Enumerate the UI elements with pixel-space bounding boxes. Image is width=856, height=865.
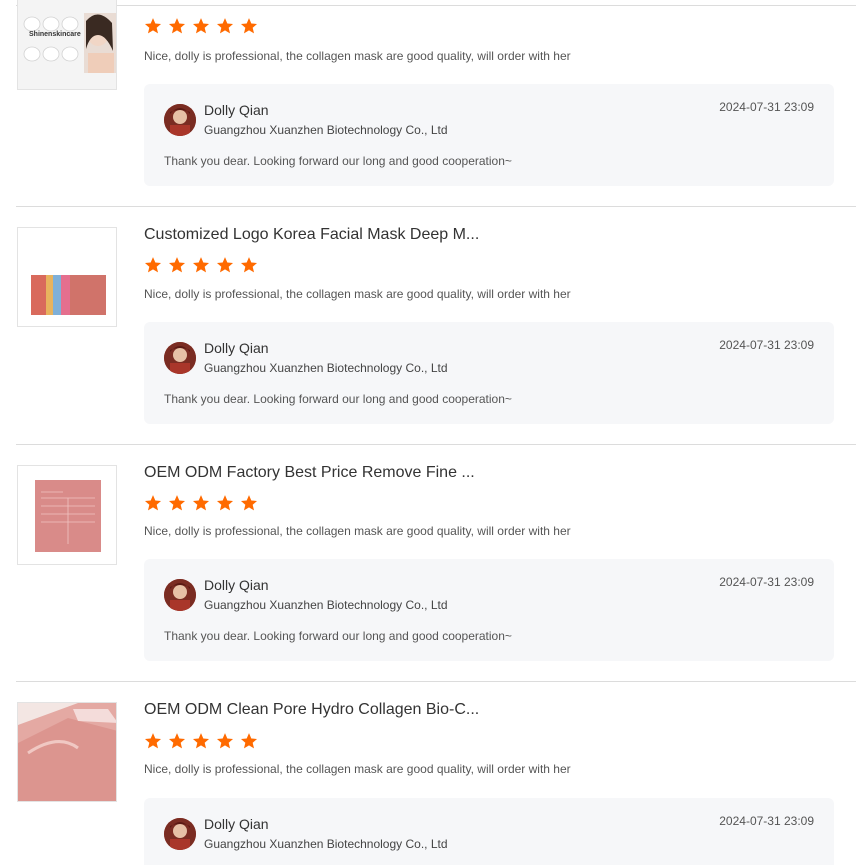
review-item: Shinenskincare Nice, dolly is profession… [16, 0, 856, 207]
review-comment: Nice, dolly is professional, the collage… [144, 287, 571, 301]
reply-company: Guangzhou Xuanzhen Biotechnology Co., Lt… [204, 598, 448, 612]
reply-text: Thank you dear. Looking forward our long… [164, 154, 512, 168]
star-icon [240, 256, 258, 274]
reply-date: 2024-07-31 23:09 [719, 575, 814, 589]
reply-author-name: Dolly Qian [204, 340, 269, 356]
star-icon [144, 17, 162, 35]
rating-stars [144, 493, 264, 513]
star-icon [216, 17, 234, 35]
star-icon [168, 494, 186, 512]
rating-stars [144, 731, 264, 751]
seller-reply: Dolly Qian Guangzhou Xuanzhen Biotechnol… [144, 322, 834, 424]
product-thumbnail[interactable] [17, 702, 117, 802]
avatar [164, 818, 196, 850]
star-icon [144, 732, 162, 750]
star-icon [144, 494, 162, 512]
rating-stars [144, 255, 264, 275]
star-icon [216, 494, 234, 512]
mask-product-image [18, 228, 116, 326]
product-thumbnail[interactable] [17, 227, 117, 327]
star-icon [192, 494, 210, 512]
seller-reply: Dolly Qian Guangzhou Xuanzhen Biotechnol… [144, 559, 834, 661]
review-item: OEM ODM Factory Best Price Remove Fine .… [16, 444, 856, 681]
thumb-caption: Shinenskincare [29, 31, 81, 38]
review-comment: Nice, dolly is professional, the collage… [144, 49, 571, 63]
product-title-link[interactable]: OEM ODM Clean Pore Hydro Collagen Bio-C.… [144, 700, 479, 720]
reply-author-name: Dolly Qian [204, 102, 269, 118]
star-icon [192, 256, 210, 274]
mask-product-image [18, 0, 116, 89]
mask-product-image [18, 703, 116, 801]
star-icon [168, 732, 186, 750]
review-comment: Nice, dolly is professional, the collage… [144, 762, 571, 776]
review-item: Customized Logo Korea Facial Mask Deep M… [16, 206, 856, 444]
star-icon [216, 732, 234, 750]
reply-date: 2024-07-31 23:09 [719, 100, 814, 114]
star-icon [144, 256, 162, 274]
product-title-link[interactable]: OEM ODM Factory Best Price Remove Fine .… [144, 463, 475, 483]
mask-product-image [18, 466, 116, 564]
avatar [164, 579, 196, 611]
reply-text: Thank you dear. Looking forward our long… [164, 629, 512, 643]
reply-date: 2024-07-31 23:09 [719, 814, 814, 828]
product-thumbnail[interactable]: Shinenskincare [17, 0, 117, 90]
seller-reply: Dolly Qian Guangzhou Xuanzhen Biotechnol… [144, 84, 834, 186]
reply-company: Guangzhou Xuanzhen Biotechnology Co., Lt… [204, 837, 448, 851]
seller-reply: Dolly Qian Guangzhou Xuanzhen Biotechnol… [144, 798, 834, 865]
reply-text: Thank you dear. Looking forward our long… [164, 392, 512, 406]
product-title-link[interactable]: Customized Logo Korea Facial Mask Deep M… [144, 225, 479, 245]
product-thumbnail[interactable] [17, 465, 117, 565]
reply-company: Guangzhou Xuanzhen Biotechnology Co., Lt… [204, 361, 448, 375]
reply-company: Guangzhou Xuanzhen Biotechnology Co., Lt… [204, 123, 448, 137]
star-icon [240, 17, 258, 35]
star-icon [192, 17, 210, 35]
review-item: OEM ODM Clean Pore Hydro Collagen Bio-C.… [16, 681, 856, 865]
reply-date: 2024-07-31 23:09 [719, 338, 814, 352]
star-icon [192, 732, 210, 750]
star-icon [168, 256, 186, 274]
avatar [164, 104, 196, 136]
reply-author-name: Dolly Qian [204, 816, 269, 832]
reply-author-name: Dolly Qian [204, 577, 269, 593]
star-icon [240, 732, 258, 750]
avatar [164, 342, 196, 374]
review-comment: Nice, dolly is professional, the collage… [144, 524, 571, 538]
star-icon [240, 494, 258, 512]
star-icon [216, 256, 234, 274]
rating-stars [144, 16, 264, 36]
star-icon [168, 17, 186, 35]
